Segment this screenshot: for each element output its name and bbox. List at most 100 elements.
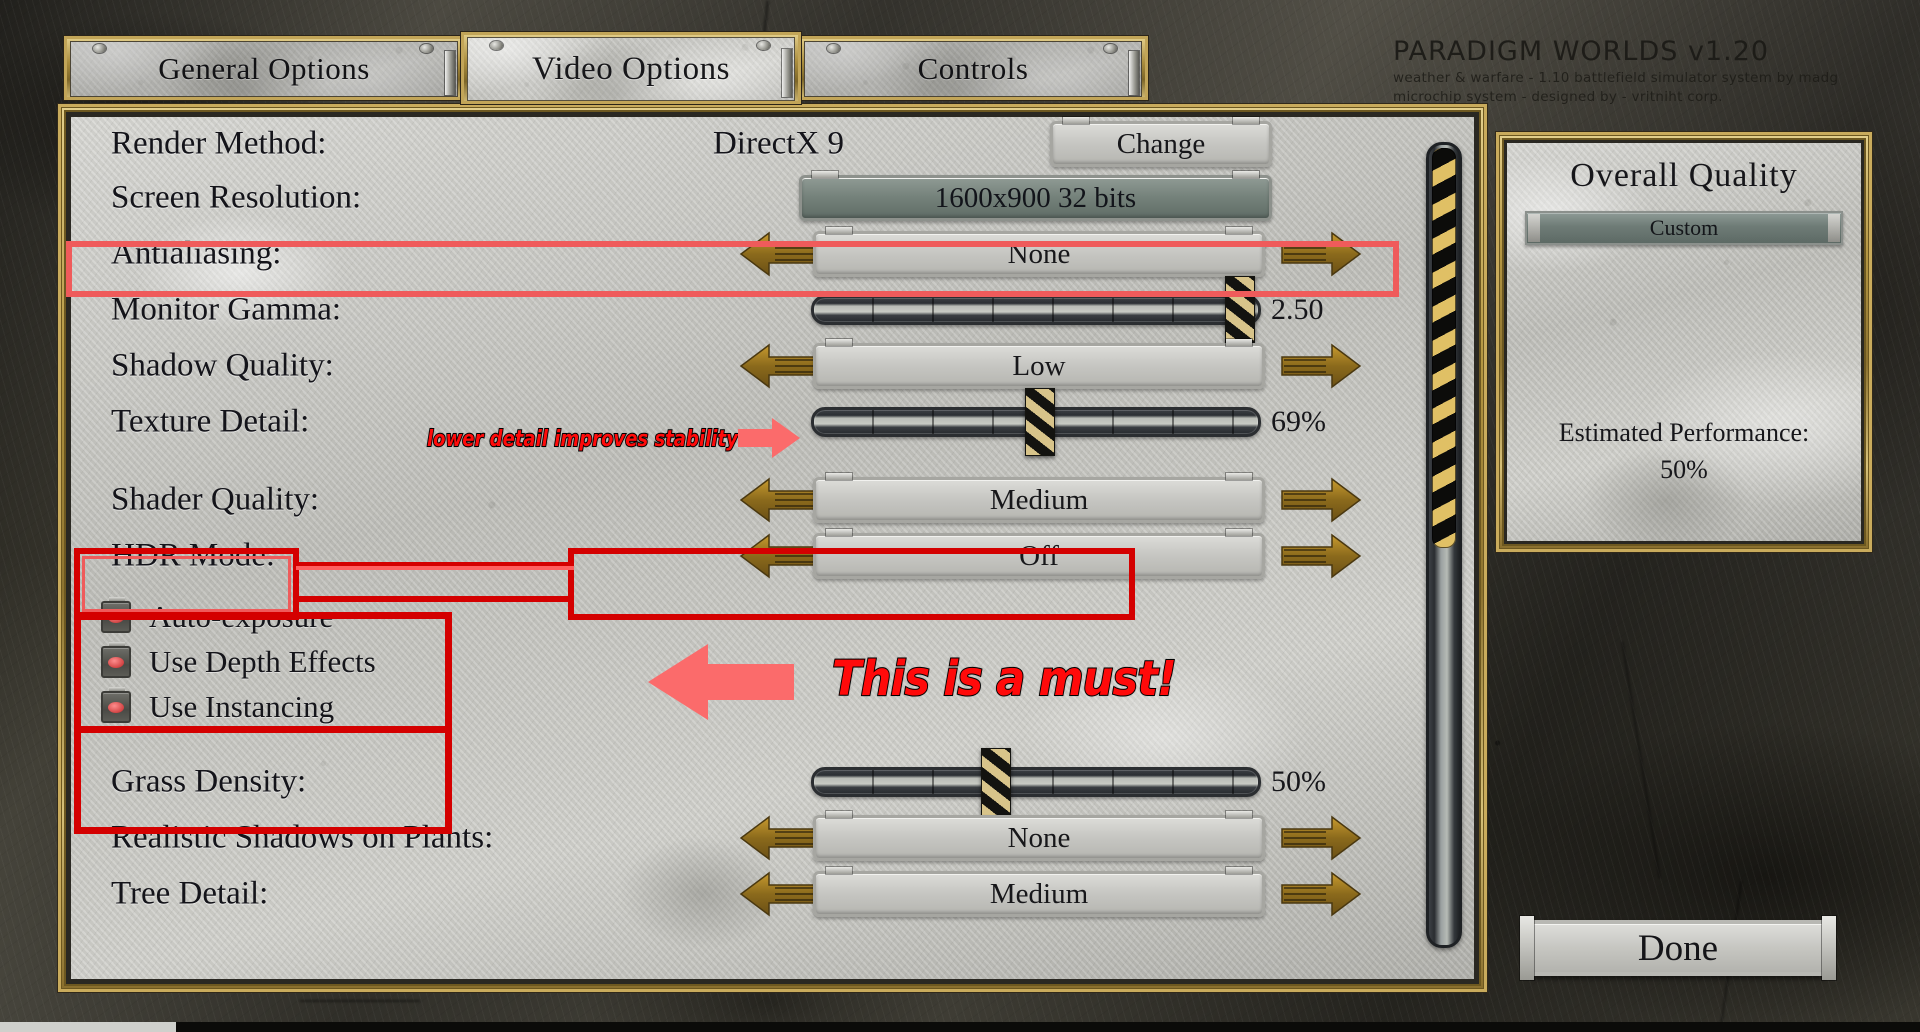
antialiasing-value: None <box>1007 237 1071 270</box>
tab-video-options[interactable]: Video Options <box>461 32 801 104</box>
tree-detail-label: Tree Detail: <box>111 875 269 912</box>
annotation-texture-note: lower detail improves stability <box>426 426 738 453</box>
realistic-shadows-label: Realistic Shadows on Plants: <box>111 819 494 856</box>
game-subtitle-1: weather & warfare - 1.10 battlefield sim… <box>1393 70 1839 86</box>
monitor-gamma-label: Monitor Gamma: <box>111 291 342 328</box>
row-tree-detail: Tree Detail: Medium <box>71 867 1474 921</box>
antialiasing-value-box[interactable]: None <box>813 227 1265 277</box>
grass-density-value: 50% <box>1271 765 1326 798</box>
annotation-must-note: This is a must! <box>831 650 1178 708</box>
overall-quality-content: Overall Quality Custom Estimated Perform… <box>1507 143 1861 541</box>
realistic-shadows-next-arrow[interactable] <box>1278 815 1366 861</box>
checkbox-icon[interactable] <box>101 597 131 633</box>
row-monitor-gamma: Monitor Gamma: 2.50 <box>71 276 1474 344</box>
rivet-icon <box>1104 44 1117 53</box>
done-button-label: Done <box>1637 927 1719 969</box>
rivet-icon <box>757 41 770 50</box>
taskbar-strip <box>0 1022 176 1032</box>
monitor-gamma-slider[interactable] <box>811 276 1261 344</box>
checkbox-checked-dot <box>108 656 124 668</box>
checkbox-use-depth-effects-label: Use Depth Effects <box>149 644 376 679</box>
row-realistic-shadows: Realistic Shadows on Plants: None <box>71 811 1474 865</box>
overall-quality-preset-value: Custom <box>1649 215 1719 240</box>
tree-detail-value-box[interactable]: Medium <box>813 867 1265 917</box>
options-list: Render Method: DirectX 9 Change Screen R… <box>71 117 1474 979</box>
shadow-quality-value: Low <box>1012 349 1066 382</box>
tree-detail-prev-arrow[interactable] <box>735 871 823 917</box>
video-options-panel: Render Method: DirectX 9 Change Screen R… <box>58 104 1487 992</box>
slider-ticks <box>814 298 1258 322</box>
estimated-performance-value: 50% <box>1660 455 1708 485</box>
tab-post <box>782 49 792 97</box>
monitor-gamma-slider-thumb[interactable] <box>1225 276 1256 344</box>
row-shader-quality: Shader Quality: Medium <box>71 473 1474 527</box>
shader-quality-prev-arrow[interactable] <box>735 477 823 523</box>
tab-post <box>445 51 455 95</box>
antialiasing-next-arrow[interactable] <box>1278 231 1366 277</box>
checkbox-use-depth-effects[interactable]: Use Depth Effects <box>101 642 376 680</box>
background-scratch <box>300 1000 420 1002</box>
tab-post <box>1129 51 1139 95</box>
game-branding: PARADIGM WORLDS v1.20 weather & warfare … <box>1393 36 1913 105</box>
overall-quality-preset-select[interactable]: Custom <box>1525 211 1843 245</box>
checkbox-checked-dot <box>108 611 124 623</box>
grass-density-slider-thumb[interactable] <box>981 748 1012 816</box>
checkbox-use-instancing[interactable]: Use Instancing <box>101 687 335 725</box>
shader-quality-value: Medium <box>989 483 1089 516</box>
screen-resolution-button[interactable]: 1600x900 32 bits <box>799 171 1272 221</box>
texture-detail-slider[interactable] <box>811 388 1261 456</box>
tab-controls[interactable]: Controls <box>798 36 1148 100</box>
realistic-shadows-value-box[interactable]: None <box>813 811 1265 861</box>
screen-resolution-value: 1600x900 32 bits <box>934 181 1137 214</box>
hdr-mode-value: Off <box>1019 539 1059 572</box>
shadow-quality-label: Shadow Quality: <box>111 347 334 384</box>
shader-quality-value-box[interactable]: Medium <box>813 473 1265 523</box>
realistic-shadows-value: None <box>1007 821 1071 854</box>
row-grass-density: Grass Density: 50% <box>71 748 1474 816</box>
options-scrollbar[interactable] <box>1426 142 1462 948</box>
checkbox-auto-exposure-label: Auto-exposure <box>149 599 334 634</box>
row-screen-resolution: Screen Resolution: 1600x900 32 bits <box>71 171 1474 225</box>
texture-detail-label: Texture Detail: <box>111 403 310 440</box>
row-render-method: Render Method: DirectX 9 Change <box>71 117 1474 171</box>
overall-quality-title: Overall Quality <box>1570 157 1798 194</box>
shadow-quality-next-arrow[interactable] <box>1278 343 1366 389</box>
scrollbar-thumb[interactable] <box>1432 148 1456 548</box>
texture-detail-slider-thumb[interactable] <box>1025 388 1056 456</box>
rivet-icon <box>420 44 433 53</box>
tab-video-options-label: Video Options <box>467 37 795 101</box>
checkbox-icon[interactable] <box>101 687 131 723</box>
shadow-quality-value-box[interactable]: Low <box>813 339 1265 389</box>
change-button-label: Change <box>1116 127 1206 160</box>
annotation-arrow-must <box>648 644 794 720</box>
row-hdr-mode: HDR Mode: Off <box>71 529 1474 583</box>
shader-quality-next-arrow[interactable] <box>1278 477 1366 523</box>
annotation-connector-line-highlight <box>296 566 574 570</box>
estimated-performance: Estimated Performance: 50% <box>1507 414 1861 489</box>
shadow-quality-prev-arrow[interactable] <box>735 343 823 389</box>
grass-density-label: Grass Density: <box>111 763 307 800</box>
realistic-shadows-prev-arrow[interactable] <box>735 815 823 861</box>
shader-quality-label: Shader Quality: <box>111 481 320 518</box>
screen-resolution-label: Screen Resolution: <box>111 179 362 216</box>
tree-detail-next-arrow[interactable] <box>1278 871 1366 917</box>
render-method-label: Render Method: <box>111 125 327 162</box>
hdr-mode-next-arrow[interactable] <box>1278 533 1366 579</box>
done-button[interactable]: Done <box>1520 916 1836 980</box>
tab-general-options[interactable]: General Options <box>64 36 464 100</box>
hdr-mode-value-box[interactable]: Off <box>813 529 1265 579</box>
hdr-mode-prev-arrow[interactable] <box>735 533 823 579</box>
checkbox-icon[interactable] <box>101 642 131 678</box>
tree-detail-value: Medium <box>989 877 1089 910</box>
game-subtitle-2: microchip system - designed by - vritnih… <box>1393 89 1723 105</box>
change-render-method-button[interactable]: Change <box>1050 117 1272 167</box>
game-title: PARADIGM WORLDS v1.20 <box>1393 36 1770 67</box>
checkbox-auto-exposure[interactable]: Auto-exposure <box>101 597 334 635</box>
checkbox-use-instancing-label: Use Instancing <box>149 689 335 724</box>
tab-general-options-label: General Options <box>70 41 458 97</box>
rivet-icon <box>490 41 503 50</box>
overall-quality-panel: Overall Quality Custom Estimated Perform… <box>1496 132 1872 552</box>
antialiasing-prev-arrow[interactable] <box>735 231 823 277</box>
grass-density-slider[interactable] <box>811 748 1261 816</box>
slider-ticks <box>814 770 1258 794</box>
